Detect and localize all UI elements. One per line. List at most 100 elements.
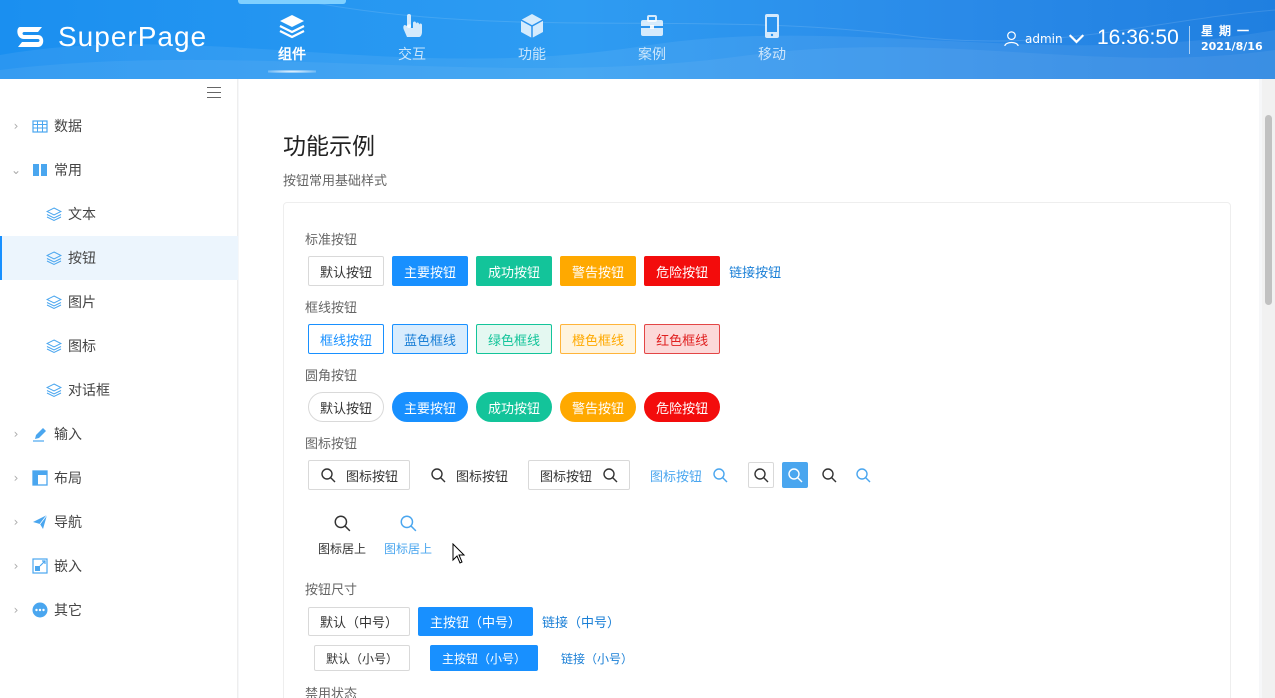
warning-button[interactable]: 警告按钮 (560, 256, 637, 286)
sidebar-item-label: 数据 (54, 119, 82, 135)
sidebar-item-label: 图标 (68, 339, 96, 355)
nav-item-features[interactable]: 功能 (472, 0, 592, 79)
sidebar-item-navigation[interactable]: › 导航 (0, 500, 238, 544)
layers-icon (46, 382, 62, 398)
link-small-button[interactable]: 链接（小号） (560, 645, 634, 671)
vertical-scrollbar[interactable] (1262, 79, 1275, 698)
button-label: 图标居上 (318, 542, 367, 556)
chevron-right-icon: › (13, 603, 19, 617)
icon-only-filled-button[interactable] (782, 462, 809, 488)
page-subtitle: 按钮常用基础样式 (283, 174, 388, 189)
orange-outline-button[interactable]: 橙色框线 (560, 324, 637, 354)
cube-icon (520, 14, 544, 38)
icon-right-button[interactable]: 图标按钮 (528, 460, 631, 490)
nav-label: 组件 (278, 47, 306, 63)
search-icon (855, 467, 871, 483)
row-round-buttons: 默认按钮 主要按钮 成功按钮 警告按钮 危险按钮 (308, 392, 728, 422)
danger-button[interactable]: 危险按钮 (644, 256, 721, 286)
user-menu[interactable]: admin (1003, 30, 1085, 47)
row-icon-buttons: 图标按钮 图标按钮 图标按钮 图标按钮 (308, 460, 884, 490)
row-small-buttons: 默认（小号） 主按钮（小号） 链接（小号） (314, 645, 642, 671)
weekday: 星期一 (1201, 24, 1256, 38)
user-icon (1004, 31, 1019, 47)
columns-icon (32, 162, 48, 178)
sidebar-item-button[interactable]: 按钮 (0, 236, 238, 280)
sidebar-item-layout[interactable]: › 布局 (0, 456, 238, 500)
top-header: SuperPage 组件 交互 功能 案例 移动 admin 16:36:50 … (0, 0, 1275, 79)
chevron-right-icon: › (13, 427, 19, 441)
default-medium-button[interactable]: 默认（中号） (308, 607, 411, 636)
sidebar-item-data[interactable]: › 数据 (0, 104, 238, 148)
app-root: SuperPage 组件 交互 功能 案例 移动 admin 16:36:50 … (0, 0, 1275, 698)
nav-item-components[interactable]: 组件 (232, 0, 352, 79)
layers-icon (46, 294, 62, 310)
section-label-round: 圆角按钮 (305, 369, 358, 384)
sidebar-item-input[interactable]: › 输入 (0, 412, 238, 456)
nav-item-interaction[interactable]: 交互 (352, 0, 472, 79)
sidebar-item-embed[interactable]: › 嵌入 (0, 544, 238, 588)
chevron-down-icon: ⌄ (10, 163, 22, 177)
link-button[interactable]: 链接按钮 (728, 256, 782, 286)
icon-left-button[interactable]: 图标按钮 (308, 460, 411, 490)
header-divider (1189, 26, 1190, 54)
search-icon (821, 467, 837, 483)
logo-text: SuperPage (58, 21, 208, 52)
sidebar-item-common[interactable]: ⌄ 常用 (0, 148, 238, 192)
default-small-button[interactable]: 默认（小号） (314, 645, 411, 671)
primary-medium-button[interactable]: 主按钮（中号） (418, 607, 534, 636)
blue-outline-button[interactable]: 蓝色框线 (392, 324, 469, 354)
date-block: 星期一 2021/8/16 (1201, 24, 1263, 54)
page-title: 功能示例 (283, 134, 375, 160)
sidebar-item-image[interactable]: 图片 (0, 280, 238, 324)
icon-right-link-button[interactable]: 图标按钮 (638, 460, 741, 490)
green-outline-button[interactable]: 绿色框线 (476, 324, 553, 354)
search-icon (712, 467, 728, 483)
round-success-button[interactable]: 成功按钮 (476, 392, 553, 422)
sidebar-item-label: 文本 (68, 207, 96, 223)
sidebar-item-label: 导航 (54, 515, 82, 531)
nav-label: 案例 (638, 47, 666, 63)
success-button[interactable]: 成功按钮 (476, 256, 553, 286)
chevron-right-icon: › (13, 515, 19, 529)
button-label: 图标按钮 (540, 469, 593, 485)
search-icon (753, 467, 769, 483)
layers-icon (46, 250, 62, 266)
round-danger-button[interactable]: 危险按钮 (644, 392, 721, 422)
sidebar-item-label: 输入 (54, 427, 82, 443)
icon-only-link-button[interactable] (850, 462, 877, 488)
icon-only-plain-button[interactable] (816, 462, 843, 488)
nav-label: 交互 (398, 47, 426, 63)
nav-item-cases[interactable]: 案例 (592, 0, 712, 79)
primary-small-button[interactable]: 主按钮（小号） (430, 645, 539, 671)
chevron-right-icon: › (13, 559, 19, 573)
primary-button[interactable]: 主要按钮 (392, 256, 469, 286)
sidebar-item-text[interactable]: 文本 (0, 192, 238, 236)
sidebar-item-label: 嵌入 (54, 559, 82, 575)
scrollbar-thumb[interactable] (1265, 115, 1272, 305)
icon-only-outlined-button[interactable] (748, 462, 775, 488)
nav-item-mobile[interactable]: 移动 (712, 0, 832, 79)
sidebar-item-label: 对话框 (68, 383, 110, 399)
outline-button[interactable]: 框线按钮 (308, 324, 385, 354)
section-label-icon: 图标按钮 (305, 437, 358, 452)
button-label: 图标按钮 (346, 469, 399, 485)
sidebar-item-other[interactable]: › 其它 (0, 588, 238, 632)
paper-plane-icon (32, 514, 48, 530)
hand-pointer-icon (403, 14, 422, 37)
icon-left-borderless-button[interactable]: 图标按钮 (418, 460, 521, 490)
button-label: 图标居上 (384, 542, 433, 556)
round-default-button[interactable]: 默认按钮 (308, 392, 385, 422)
round-warning-button[interactable]: 警告按钮 (560, 392, 637, 422)
menu-collapse-icon[interactable] (207, 87, 221, 99)
red-outline-button[interactable]: 红色框线 (644, 324, 721, 354)
sidebar-item-icon[interactable]: 图标 (0, 324, 238, 368)
link-medium-button[interactable]: 链接（中号） (541, 607, 621, 636)
round-primary-button[interactable]: 主要按钮 (392, 392, 469, 422)
default-button[interactable]: 默认按钮 (308, 256, 385, 286)
top-nav: 组件 交互 功能 案例 移动 (232, 0, 832, 79)
icon-top-button[interactable]: 图标居上 (318, 514, 366, 557)
icon-top-link-button[interactable]: 图标居上 (384, 514, 432, 557)
app-logo[interactable]: SuperPage (14, 20, 207, 54)
sidebar-item-dialog[interactable]: 对话框 (0, 368, 238, 412)
date: 2021/8/16 (1201, 40, 1263, 53)
